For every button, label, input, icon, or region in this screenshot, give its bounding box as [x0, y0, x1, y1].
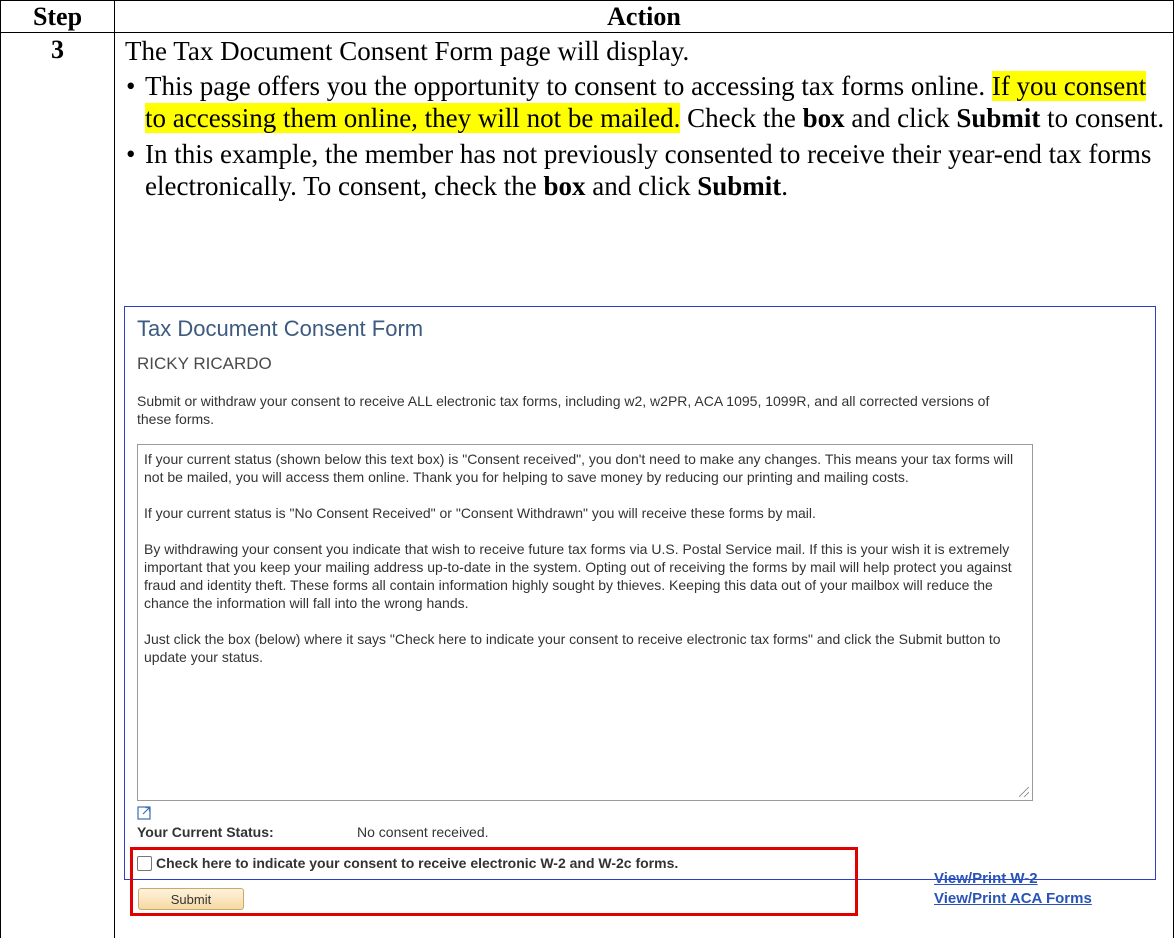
- bullet2-text-c: .: [781, 171, 788, 201]
- consent-checkbox-label[interactable]: Check here to indicate your consent to r…: [156, 855, 678, 871]
- bullet2-bold-submit: Submit: [697, 171, 781, 201]
- form-description: Submit or withdraw your consent to recei…: [137, 392, 1017, 428]
- bullet1-bold-submit: Submit: [956, 103, 1040, 133]
- bullet2-text-b: and click: [585, 171, 697, 201]
- bullet-consent-info: This page offers you the opportunity to …: [125, 70, 1173, 134]
- consent-paragraph-1: If your current status (shown below this…: [144, 450, 1026, 486]
- bullet1-text-a: This page offers you the opportunity to …: [145, 71, 985, 101]
- consent-paragraph-4: Just click the box (below) where it says…: [144, 630, 1026, 666]
- header-action: Action: [115, 1, 1174, 33]
- bullet1-text-c: and click: [845, 103, 957, 133]
- bullet1-bold-box: box: [803, 103, 845, 133]
- consent-paragraph-2: If your current status is "No Consent Re…: [144, 504, 1026, 522]
- bullet1-text-b: Check the: [680, 103, 802, 133]
- resize-grip-icon[interactable]: [1019, 787, 1029, 797]
- bullet2-bold-box: box: [543, 171, 585, 201]
- action-intro: The Tax Document Consent Form page will …: [125, 35, 1173, 67]
- consent-checkbox[interactable]: [137, 856, 152, 871]
- action-bullets: This page offers you the opportunity to …: [125, 70, 1173, 202]
- consent-paragraph-3: By withdrawing your consent you indicate…: [144, 540, 1026, 612]
- consent-checkbox-row[interactable]: Check here to indicate your consent to r…: [137, 855, 678, 871]
- status-value: No consent received.: [357, 824, 489, 840]
- page-title: Tax Document Consent Form: [137, 316, 423, 342]
- header-step: Step: [1, 1, 115, 33]
- step-number: 3: [1, 33, 114, 65]
- view-print-w2-link[interactable]: View/Print W-2: [934, 870, 1038, 887]
- expand-icon[interactable]: [137, 805, 153, 820]
- bullet-example: In this example, the member has not prev…: [125, 138, 1173, 202]
- step-cell: 3: [1, 33, 115, 938]
- member-name: RICKY RICARDO: [137, 354, 272, 374]
- consent-textarea[interactable]: If your current status (shown below this…: [137, 444, 1033, 801]
- status-label: Your Current Status:: [137, 824, 274, 840]
- consent-form-screenshot: Tax Document Consent Form RICKY RICARDO …: [124, 306, 1156, 880]
- submit-button[interactable]: Submit: [138, 888, 244, 910]
- bullet1-text-d: to consent.: [1040, 103, 1164, 133]
- view-print-aca-link[interactable]: View/Print ACA Forms: [934, 890, 1092, 907]
